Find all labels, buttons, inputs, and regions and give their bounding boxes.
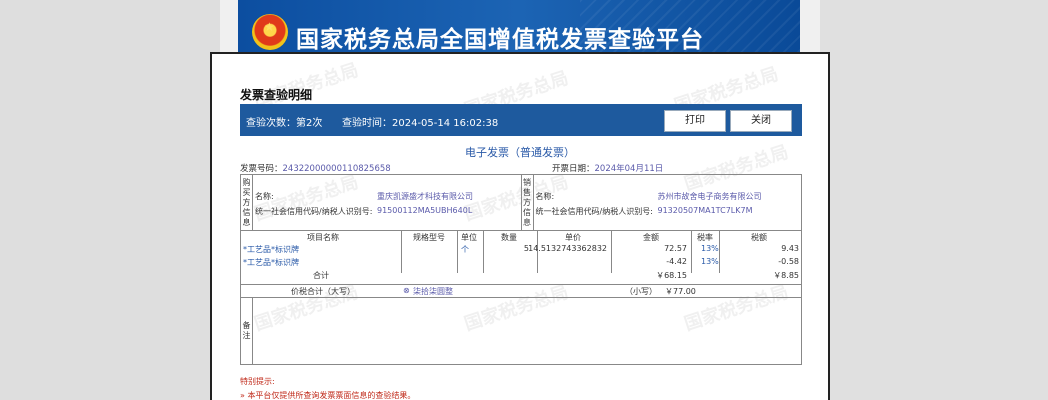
item-amount: -4.42 <box>666 257 687 266</box>
total-small: ￥77.00 <box>665 287 696 296</box>
item-amount: 72.57 <box>664 244 687 253</box>
seller-id: 91320507MA1TC7LK7M <box>657 206 753 215</box>
col-header-qty: 数量 <box>501 233 517 242</box>
total-upper: 柒拾柒圆整 <box>413 287 453 296</box>
column-divider <box>483 231 484 273</box>
seller-side-label: 销 售 方 信 息 <box>522 175 534 230</box>
tips-line: » 本平台仅提供所查询发票票面信息的查验结果。 <box>240 391 416 400</box>
invoice-detail-dialog: 国家税务总局 国家税务总局 国家税务总局 国家税务总局 国家税务总局 国家税务总… <box>210 52 830 400</box>
party-section: 购 买 方 信 息 名称: 重庆凯源盛才科技有限公司 统一社会信用代码/纳税人识… <box>241 175 801 231</box>
dialog-title: 发票查验明细 <box>240 88 313 102</box>
buyer-id-label: 统一社会信用代码/纳税人识别号: <box>255 207 373 216</box>
items-section: 项目名称 规格型号 单位 数量 单价 金额 税率 税额 *工艺品*标识牌 个 5… <box>241 231 801 285</box>
col-header-tax: 税额 <box>751 233 767 242</box>
seller-name-label: 名称: <box>535 192 555 201</box>
buyer-name-label: 名称: <box>255 192 274 201</box>
remark-section: 备 注 <box>241 298 801 364</box>
item-name: *工艺品*标识牌 <box>243 258 299 267</box>
total-row: 价税合计（大写） ⊗ 柒拾柒圆整 （小写） ￥77.00 <box>241 285 801 298</box>
column-divider <box>719 231 720 273</box>
invoice-table: 购 买 方 信 息 名称: 重庆凯源盛才科技有限公司 统一社会信用代码/纳税人识… <box>240 174 802 365</box>
close-button[interactable]: 关闭 <box>730 110 792 132</box>
remark-label: 备 注 <box>241 298 253 364</box>
buyer-side-label: 购 买 方 信 息 <box>241 175 253 230</box>
invoice-title: 电子发票（普通发票） <box>465 146 575 159</box>
check-count: 查验次数：第2次 <box>246 118 323 129</box>
subtotal-tax: ￥8.85 <box>773 271 799 280</box>
item-rate: 13% <box>701 257 719 266</box>
item-price: 14.5132743362832 <box>528 244 607 253</box>
buyer-info: 名称: 重庆凯源盛才科技有限公司 统一社会信用代码/纳税人识别号: 915001… <box>253 175 521 230</box>
total-label: 价税合计（大写） <box>291 287 355 296</box>
invoice-date-value: 2024年04月11日 <box>594 164 664 174</box>
subtotal-label: 合计 <box>313 271 329 280</box>
col-header-rate: 税率 <box>697 233 713 242</box>
invoice-number: 发票号码：24322000000110825658 <box>240 162 391 174</box>
buyer-id: 91500112MA5UBH640L <box>377 206 473 215</box>
total-small-label: （小写） <box>625 287 657 296</box>
buyer-name: 重庆凯源盛才科技有限公司 <box>377 192 473 201</box>
item-rate: 13% <box>701 244 719 253</box>
col-header-unit: 单位 <box>461 233 477 242</box>
column-divider <box>691 231 692 273</box>
invoice-number-value: 24322000000110825658 <box>282 164 391 174</box>
invoice-date-label: 开票日期： <box>552 164 595 174</box>
col-header-spec: 规格型号 <box>413 233 445 242</box>
remark-content <box>253 298 801 364</box>
column-divider <box>457 231 458 273</box>
cross-circle-icon: ⊗ <box>403 286 410 295</box>
item-tax: -0.58 <box>778 257 799 266</box>
background-right <box>820 0 1048 400</box>
col-header-item: 项目名称 <box>307 233 339 242</box>
seller-block: 销 售 方 信 息 名称: 苏州市故舍电子商务有限公司 统一社会信用代码/纳税人… <box>520 175 802 230</box>
column-divider <box>401 231 402 273</box>
col-header-price: 单价 <box>565 233 581 242</box>
column-divider <box>611 231 612 273</box>
col-header-amount: 金额 <box>643 233 659 242</box>
check-time: 查验时间：2024-05-14 16:02:38 <box>342 118 499 129</box>
seller-name: 苏州市故舍电子商务有限公司 <box>657 192 762 201</box>
check-info-bar: 查验次数：第2次 查验时间：2024-05-14 16:02:38 打印 关闭 <box>240 104 802 136</box>
tips-title: 特别提示: <box>240 377 275 386</box>
invoice-date: 开票日期：2024年04月11日 <box>552 162 663 174</box>
buyer-block: 购 买 方 信 息 名称: 重庆凯源盛才科技有限公司 统一社会信用代码/纳税人识… <box>241 175 521 230</box>
seller-info: 名称: 苏州市故舍电子商务有限公司 统一社会信用代码/纳税人识别号: 91320… <box>534 175 802 230</box>
subtotal-amount: ￥68.15 <box>656 271 687 280</box>
print-button[interactable]: 打印 <box>664 110 726 132</box>
item-tax: 9.43 <box>781 244 799 253</box>
emblem-star-icon: ★ <box>264 20 275 34</box>
banner-title: 国家税务总局全国增值税发票查验平台 <box>296 27 704 53</box>
seller-id-label: 统一社会信用代码/纳税人识别号: <box>535 207 653 216</box>
invoice-number-label: 发票号码： <box>240 164 283 174</box>
item-name: *工艺品*标识牌 <box>243 245 299 254</box>
item-unit: 个 <box>461 245 469 254</box>
